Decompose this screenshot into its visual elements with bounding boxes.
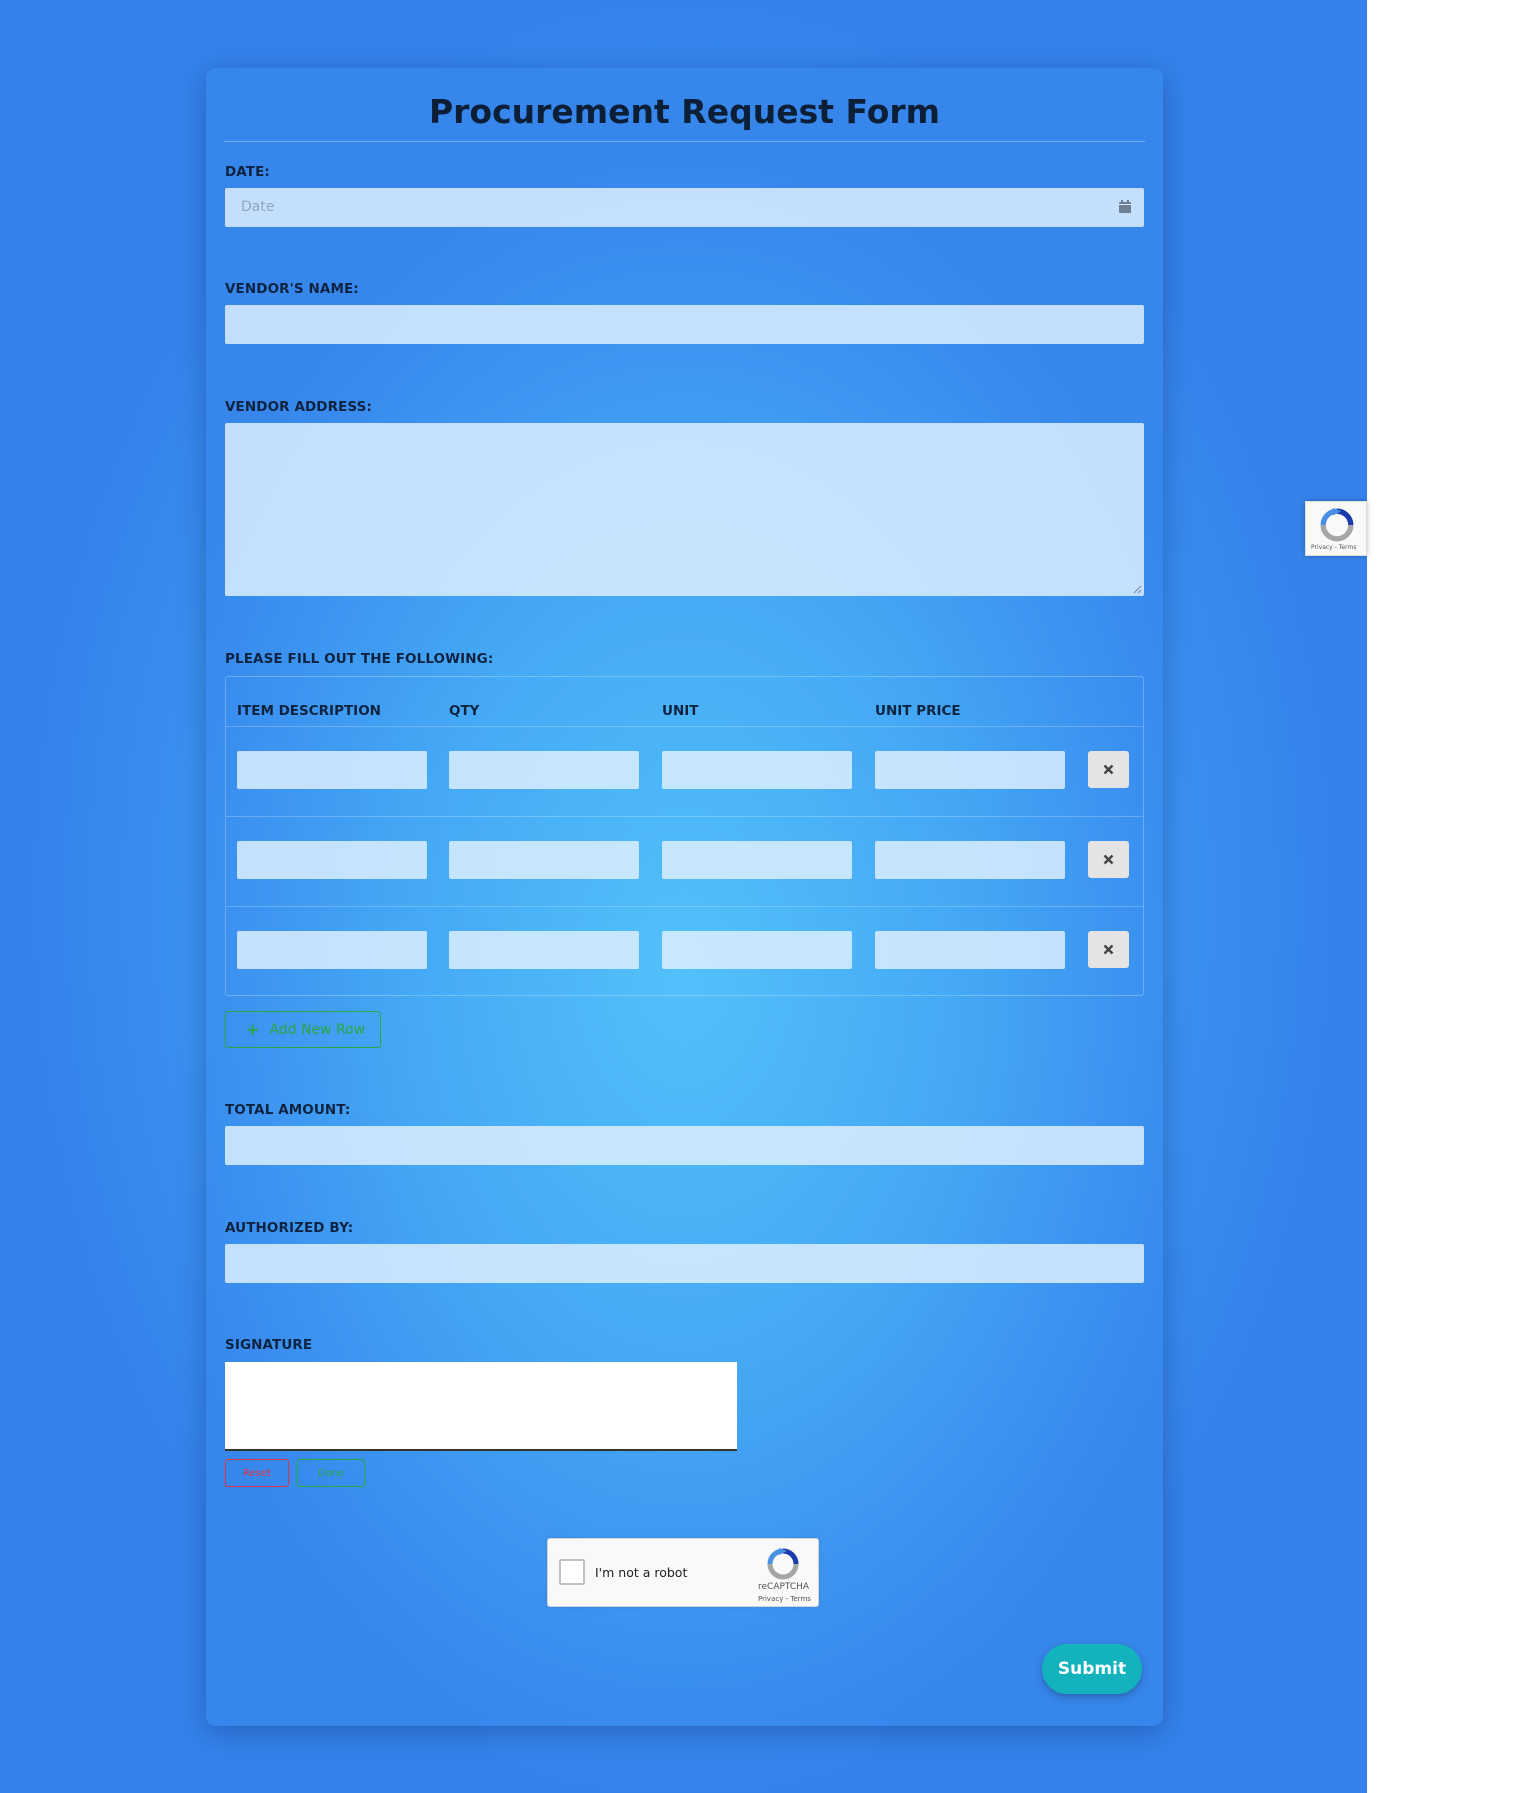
- vendor-name-label: VENDOR'S NAME:: [225, 281, 359, 297]
- item-description-input[interactable]: [237, 931, 427, 969]
- add-new-row-button[interactable]: + Add New Row: [225, 1011, 381, 1048]
- row-divider: [226, 816, 1143, 817]
- signature-reset-button[interactable]: Reset: [225, 1459, 289, 1487]
- unit-input[interactable]: [662, 841, 852, 879]
- authorized-by-input[interactable]: [225, 1244, 1144, 1283]
- delete-row-button[interactable]: [1088, 841, 1129, 878]
- qty-input[interactable]: [449, 931, 639, 969]
- items-label: PLEASE FILL OUT THE FOLLOWING:: [225, 651, 494, 667]
- column-header-unit: UNIT: [662, 703, 699, 719]
- form-card: Procurement Request Form DATE: Date VEND…: [206, 68, 1163, 1726]
- add-new-row-label: Add New Row: [269, 1021, 366, 1038]
- date-input[interactable]: Date: [225, 188, 1144, 227]
- recaptcha-badge[interactable]: Privacy - Terms: [1305, 501, 1367, 556]
- unit-price-input[interactable]: [875, 841, 1065, 879]
- vendor-name-input[interactable]: [225, 305, 1144, 344]
- times-icon: [1103, 944, 1114, 955]
- total-amount-input[interactable]: [225, 1126, 1144, 1165]
- delete-row-button[interactable]: [1088, 931, 1129, 968]
- times-icon: [1103, 764, 1114, 775]
- column-header-item-description: ITEM DESCRIPTION: [237, 703, 381, 719]
- unit-input[interactable]: [662, 931, 852, 969]
- signature-done-button[interactable]: Done: [297, 1459, 365, 1487]
- signature-label: SIGNATURE: [225, 1337, 313, 1353]
- item-description-input[interactable]: [237, 841, 427, 879]
- recaptcha-logo-icon: [767, 1548, 799, 1580]
- date-placeholder: Date: [241, 199, 275, 215]
- authorized-by-label: AUTHORIZED BY:: [225, 1220, 354, 1236]
- recaptcha-brand: reCAPTCHA: [758, 1582, 810, 1592]
- times-icon: [1103, 854, 1114, 865]
- recaptcha-logo-icon: [1320, 508, 1354, 542]
- column-header-qty: QTY: [449, 703, 480, 719]
- total-amount-label: TOTAL AMOUNT:: [225, 1102, 351, 1118]
- vendor-address-textarea[interactable]: [225, 423, 1144, 596]
- row-divider: [226, 906, 1143, 907]
- calendar-icon[interactable]: [1119, 200, 1131, 213]
- item-description-input[interactable]: [237, 751, 427, 789]
- qty-input[interactable]: [449, 841, 639, 879]
- items-table: ITEM DESCRIPTION QTY UNIT UNIT PRICE: [225, 676, 1144, 996]
- recaptcha-checkbox[interactable]: [559, 1559, 585, 1585]
- unit-price-input[interactable]: [875, 931, 1065, 969]
- qty-input[interactable]: [449, 751, 639, 789]
- submit-button[interactable]: Submit: [1042, 1644, 1142, 1694]
- plus-icon: +: [246, 1020, 260, 1039]
- unit-input[interactable]: [662, 751, 852, 789]
- resize-grip-icon[interactable]: [1133, 585, 1142, 594]
- page-title: Procurement Request Form: [224, 82, 1145, 142]
- vendor-address-label: VENDOR ADDRESS:: [225, 399, 372, 415]
- recaptcha-label: I'm not a robot: [595, 1565, 688, 1580]
- date-label: DATE:: [225, 164, 270, 180]
- signature-pad[interactable]: [225, 1362, 737, 1451]
- recaptcha-terms-link[interactable]: Privacy - Terms: [758, 1595, 811, 1603]
- unit-price-input[interactable]: [875, 751, 1065, 789]
- column-header-unit-price: UNIT PRICE: [875, 703, 961, 719]
- delete-row-button[interactable]: [1088, 751, 1129, 788]
- recaptcha-widget: I'm not a robot reCAPTCHA Privacy - Term…: [547, 1538, 819, 1607]
- row-divider: [226, 726, 1143, 727]
- recaptcha-badge-terms[interactable]: Privacy - Terms: [1311, 544, 1356, 551]
